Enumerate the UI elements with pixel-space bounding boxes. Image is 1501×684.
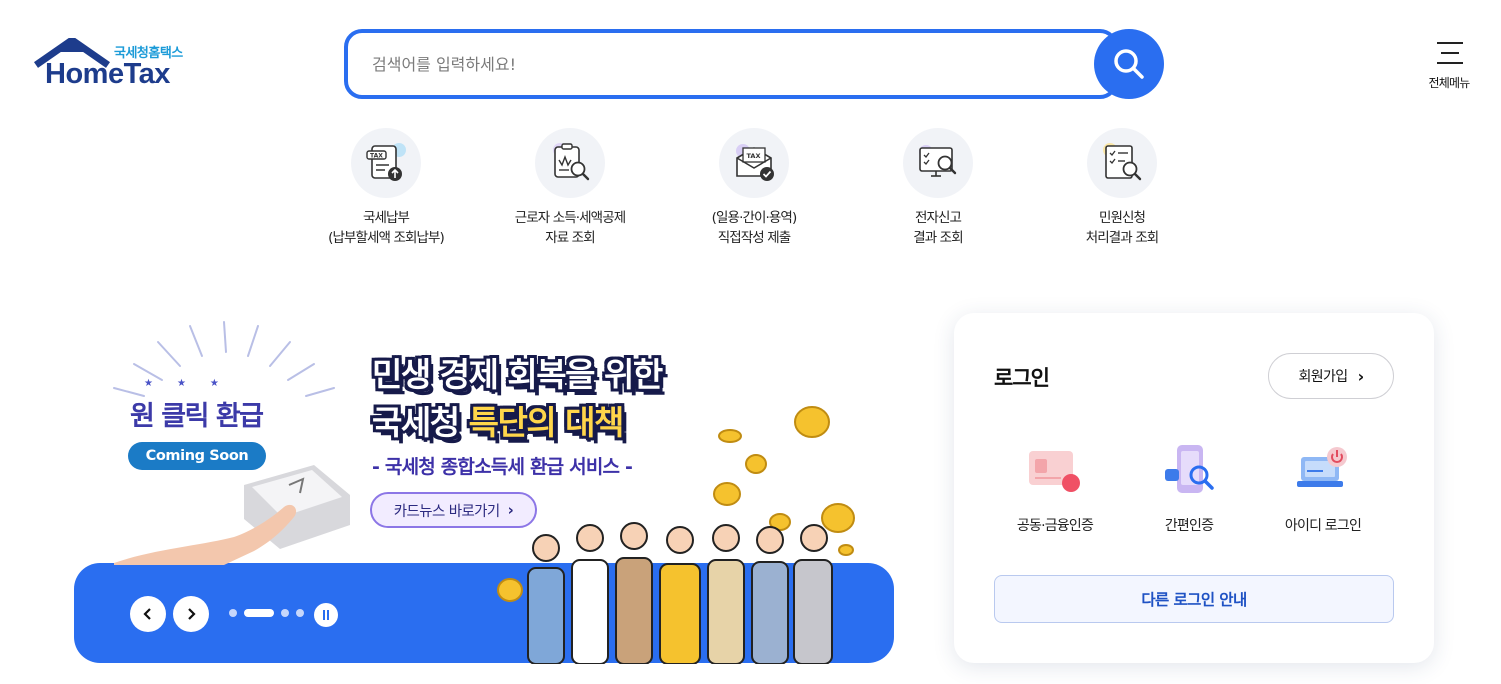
tax-payment-icon: TAX	[351, 128, 421, 198]
tax-mail-icon: TAX	[719, 128, 789, 198]
pause-slide-button[interactable]	[314, 603, 338, 627]
slide-dot-3[interactable]	[281, 609, 289, 617]
quick-menu-tax-payment[interactable]: TAX 국세납부 (납부할세액 조회납부)	[291, 128, 481, 248]
simple-auth-label: 간편인증	[1164, 518, 1214, 534]
login-panel: 로그인 회원가입 › 공동·금융인증 간편인증 아이디 로그인 다른 로그인 안…	[954, 313, 1434, 663]
slide-dot-1[interactable]	[229, 609, 237, 617]
search-button[interactable]	[1094, 29, 1164, 99]
chevron-right-icon: ›	[1357, 366, 1365, 386]
monitor-search-icon	[903, 128, 973, 198]
one-click-refund-title: 원 클릭 환급	[130, 401, 264, 432]
chevron-right-icon	[188, 608, 196, 620]
search-input[interactable]	[372, 33, 1072, 95]
quick-menu-label: 전자신고 결과 조회	[913, 210, 963, 246]
hamburger-icon	[1437, 42, 1463, 72]
quick-menu-label: (일용·간이·용역) 직접작성 제출	[711, 210, 798, 246]
pause-icon	[323, 610, 325, 620]
hand-pressing-key-illustration	[114, 465, 350, 565]
simple-auth-option[interactable]: 간편인증	[1124, 441, 1254, 535]
star-decoration: ★★★	[144, 378, 243, 389]
full-menu-button[interactable]: 전체메뉴	[1418, 40, 1480, 92]
workers-and-coins-illustration	[497, 406, 855, 664]
certificate-card-icon	[1025, 441, 1085, 501]
id-login-option[interactable]: 아이디 로그인	[1258, 441, 1388, 535]
search-box	[344, 29, 1118, 99]
next-slide-button[interactable]	[173, 596, 209, 632]
chevron-left-icon	[143, 608, 151, 620]
slide-dot-4[interactable]	[296, 609, 304, 617]
main-banner[interactable]: ★★★ 원 클릭 환급 Coming Soon 민생 경제 회복을 위한 국세청…	[74, 300, 894, 664]
quick-menu-label: 국세납부 (납부할세액 조회납부)	[328, 210, 445, 246]
quick-menu-e-filing-result[interactable]: 전자신고 결과 조회	[843, 128, 1033, 248]
income-deduction-icon	[535, 128, 605, 198]
sign-up-button[interactable]: 회원가입 ›	[1268, 353, 1394, 399]
login-title: 로그인	[994, 366, 1050, 390]
document-search-icon	[1087, 128, 1157, 198]
simple-auth-phone-icon	[1159, 441, 1219, 501]
quick-menu-direct-submission[interactable]: TAX (일용·간이·용역) 직접작성 제출	[659, 128, 849, 248]
search-icon	[1114, 49, 1144, 79]
other-login-guide-button[interactable]: 다른 로그인 안내	[994, 575, 1394, 623]
certificate-login-label: 공동·금융인증	[1016, 518, 1094, 534]
prev-slide-button[interactable]	[130, 596, 166, 632]
logo-wordmark: HomeTax	[45, 58, 170, 90]
svg-text:TAX: TAX	[747, 152, 761, 160]
quick-menu-label: 민원신청 처리결과 조회	[1085, 210, 1159, 246]
hometax-logo[interactable]: 국세청홈택스 HomeTax	[34, 38, 204, 94]
quick-menu-label: 근로자 소득·세액공제 자료 조회	[514, 210, 626, 246]
certificate-login-option[interactable]: 공동·금융인증	[990, 441, 1120, 535]
banner-headline-line1: 민생 경제 회복을 위한	[372, 355, 663, 394]
id-login-label: 아이디 로그인	[1284, 518, 1362, 534]
full-menu-label: 전체메뉴	[1428, 76, 1471, 90]
quick-menu-income-deduction[interactable]: 근로자 소득·세액공제 자료 조회	[475, 128, 665, 248]
slide-dot-2-active[interactable]	[244, 609, 274, 617]
quick-menu-civil-request[interactable]: 민원신청 처리결과 조회	[1027, 128, 1217, 248]
id-login-laptop-icon	[1293, 441, 1353, 501]
svg-text:TAX: TAX	[370, 153, 383, 160]
